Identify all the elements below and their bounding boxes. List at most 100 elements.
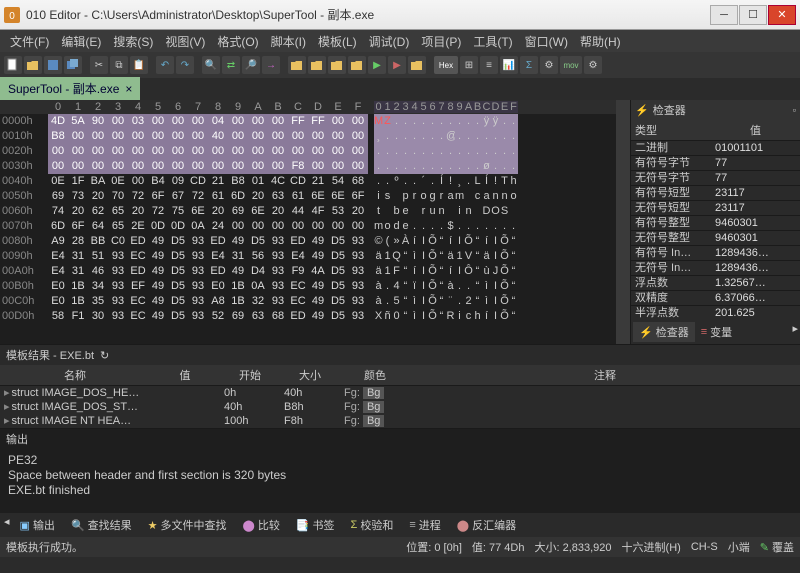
undo-icon[interactable]: ↶ — [156, 56, 174, 74]
arrow-right-icon[interactable]: ▸ — [792, 322, 798, 342]
hex-row[interactable]: 00D0h58F13093EC49D59352696368ED49D593Xñ0… — [0, 309, 616, 324]
hex-row[interactable]: 0060h742062652072756E20696E20444F5320t b… — [0, 204, 616, 219]
float-icon[interactable]: ▫ — [793, 105, 796, 115]
status-enc[interactable]: 十六进制(H) — [622, 539, 681, 555]
hex-row[interactable]: 00B0hE01B3493EF49D593E01B0A93EC49D593à.4… — [0, 279, 616, 294]
hex-row[interactable]: 00C0hE01B3593EC49D593A81B3293EC49D593à.5… — [0, 294, 616, 309]
saveall-icon[interactable] — [64, 56, 82, 74]
menu-project[interactable]: 项目(P) — [415, 31, 467, 52]
tab-label: SuperTool - 副本.exe — [8, 80, 119, 97]
folder1-icon[interactable] — [288, 56, 306, 74]
compare-icon[interactable]: ≡ — [480, 56, 498, 74]
folder3-icon[interactable] — [328, 56, 346, 74]
arrow-left-icon[interactable]: ◂ — [4, 515, 10, 535]
tpl-title: 模板结果 - EXE.bt ↻ — [0, 345, 800, 365]
redo-icon[interactable]: ↷ — [176, 56, 194, 74]
folder2-icon[interactable] — [308, 56, 326, 74]
hex-row[interactable]: 0000h4D5A90000300000004000000FFFF0000MZ.… — [0, 114, 616, 129]
maximize-button[interactable]: ☐ — [739, 5, 767, 25]
titlebar: 0 010 Editor - C:\Users\Administrator\De… — [0, 0, 800, 30]
btab-checksum[interactable]: Σ校验和 — [345, 515, 400, 535]
save-icon[interactable] — [44, 56, 62, 74]
folder4-icon[interactable] — [348, 56, 366, 74]
bottom-tabs: ◂ ▣输出 🔍查找结果 ★多文件中查找 ⬤比较 📑书签 Σ校验和 ≡进程 ⬤反汇… — [0, 513, 800, 537]
btab-disasm[interactable]: ⬤反汇编器 — [451, 515, 522, 535]
menu-view[interactable]: 视图(V) — [159, 31, 211, 52]
inspector-row[interactable]: 无符号 In…1289436… — [631, 261, 800, 276]
hex-row[interactable]: 0090hE4315193EC49D593E4315693E449D593ä1Q… — [0, 249, 616, 264]
inspector-row[interactable]: 双精度6.37066… — [631, 291, 800, 306]
run-icon[interactable]: ▶ — [368, 56, 386, 74]
btab-output[interactable]: ▣输出 — [14, 515, 61, 535]
menu-tools[interactable]: 工具(T) — [467, 31, 518, 52]
hex-icon[interactable]: Hex — [434, 56, 458, 74]
menu-template[interactable]: 模板(L) — [312, 31, 363, 52]
status-chs[interactable]: CH-S — [691, 541, 718, 553]
calc-icon[interactable]: ⊞ — [460, 56, 478, 74]
hex-row[interactable]: 0080hA928BBC0ED49D593ED49D593ED49D593©(»… — [0, 234, 616, 249]
hex-row[interactable]: 0050h69732070726F6772616D2063616E6E6Fis … — [0, 189, 616, 204]
inspector-row[interactable]: 有符号 In…1289436… — [631, 246, 800, 261]
hex-editor[interactable]: 0123456789ABCDEF 0123456789ABCDEF 0000h4… — [0, 100, 616, 344]
table-row[interactable]: ▸struct IMAGE_DOS_ST…40hB8hFg: Bg — [0, 400, 800, 414]
btab-bookmarks[interactable]: 📑书签 — [290, 515, 341, 535]
btab-process[interactable]: ≡进程 — [403, 515, 446, 535]
tabbar: SuperTool - 副本.exe × — [0, 78, 800, 100]
status-endian[interactable]: 小端 — [728, 539, 750, 555]
inspector-row[interactable]: 半浮点数201.625 — [631, 306, 800, 320]
goto-icon[interactable]: → — [262, 56, 280, 74]
status-write[interactable]: ✎ 覆盖 — [760, 539, 794, 555]
btab-findfiles[interactable]: ★多文件中查找 — [142, 515, 233, 535]
replace-icon[interactable]: ⇄ — [222, 56, 240, 74]
find-icon[interactable]: 🔍 — [202, 56, 220, 74]
refresh-icon[interactable]: ↻ — [100, 349, 109, 362]
btab-find[interactable]: 🔍查找结果 — [65, 515, 138, 535]
menu-window[interactable]: 窗口(W) — [519, 31, 574, 52]
mov-icon[interactable]: mov — [560, 56, 582, 74]
menu-script[interactable]: 脚本(I) — [265, 31, 312, 52]
btab-compare[interactable]: ⬤比较 — [237, 515, 286, 535]
app-icon: 0 — [4, 7, 20, 23]
inspector-tab-vars[interactable]: ≡变量 — [695, 322, 738, 342]
folder5-icon[interactable]: ▶ — [388, 56, 406, 74]
new-icon[interactable] — [4, 56, 22, 74]
menu-help[interactable]: 帮助(H) — [574, 31, 627, 52]
hex-row[interactable]: 0010hB8000000000000004000000000000000¸..… — [0, 129, 616, 144]
inspector-row[interactable]: 有符号短型23117 — [631, 186, 800, 201]
inspector-row[interactable]: 无符号字节77 — [631, 171, 800, 186]
settings-icon[interactable]: ⚙ — [584, 56, 602, 74]
menu-format[interactable]: 格式(O) — [211, 31, 264, 52]
close-button[interactable]: ✕ — [768, 5, 796, 25]
menu-file[interactable]: 文件(F) — [4, 31, 55, 52]
menu-debug[interactable]: 调试(D) — [363, 31, 416, 52]
table-row[interactable]: ▸struct IMAGE NT HEA…100hF8hFg: Bg — [0, 414, 800, 428]
hex-row[interactable]: 00A0hE4314693ED49D593ED49D493F94AD593ä1F… — [0, 264, 616, 279]
histogram-icon[interactable]: 📊 — [500, 56, 518, 74]
hex-row[interactable]: 0030h000000000000000000000000F8000000...… — [0, 159, 616, 174]
minimize-button[interactable]: ─ — [710, 5, 738, 25]
tab-close-icon[interactable]: × — [125, 82, 132, 96]
copy-icon[interactable]: ⧉ — [110, 56, 128, 74]
menu-search[interactable]: 搜索(S) — [107, 31, 159, 52]
menu-edit[interactable]: 编辑(E) — [55, 31, 107, 52]
inspector-row[interactable]: 无符号整型9460301 — [631, 231, 800, 246]
folder6-icon[interactable] — [408, 56, 426, 74]
inspector-row[interactable]: 浮点数1.32567… — [631, 276, 800, 291]
table-row[interactable]: ▸struct IMAGE_DOS_HE…0h40hFg: Bg — [0, 386, 800, 400]
tool1-icon[interactable]: ⚙ — [540, 56, 558, 74]
cut-icon[interactable]: ✂ — [90, 56, 108, 74]
file-tab[interactable]: SuperTool - 副本.exe × — [0, 77, 140, 100]
inspector-row[interactable]: 二进制01001101 — [631, 141, 800, 156]
hex-row[interactable]: 0020h00000000000000000000000000000000...… — [0, 144, 616, 159]
inspector-tab-inspector[interactable]: ⚡检查器 — [633, 322, 695, 342]
inspector-row[interactable]: 有符号字节77 — [631, 156, 800, 171]
hex-row[interactable]: 0070h6D6F64652E0D0D0A2400000000000000mod… — [0, 219, 616, 234]
open-icon[interactable] — [24, 56, 42, 74]
hex-row[interactable]: 0040h0E1FBA0E00B409CD21B8014CCD215468..º… — [0, 174, 616, 189]
inspector-row[interactable]: 无符号短型23117 — [631, 201, 800, 216]
hex-scrollbar[interactable] — [616, 100, 630, 344]
findfiles-icon[interactable]: 🔎 — [242, 56, 260, 74]
checksum-icon[interactable]: Σ — [520, 56, 538, 74]
paste-icon[interactable]: 📋 — [130, 56, 148, 74]
inspector-row[interactable]: 有符号整型9460301 — [631, 216, 800, 231]
